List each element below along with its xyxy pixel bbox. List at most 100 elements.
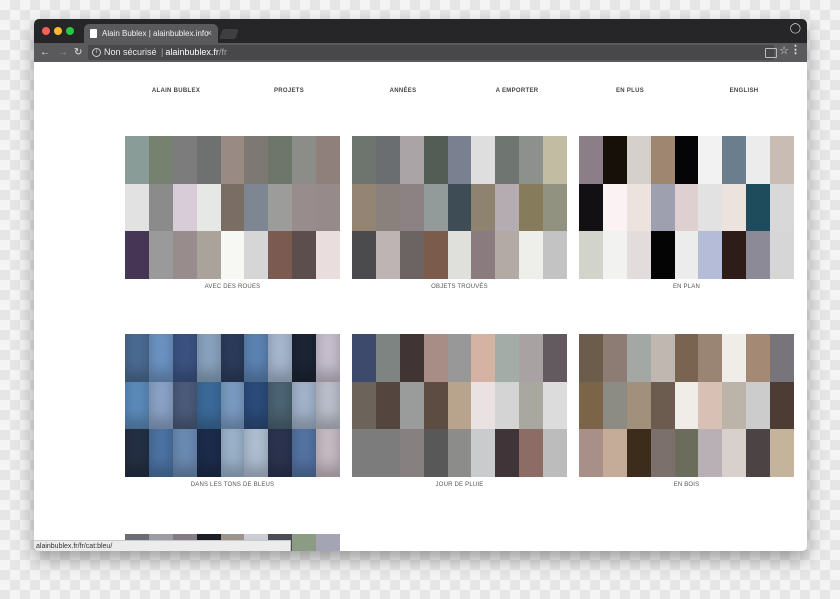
swatch-cell[interactable]: [292, 231, 317, 279]
swatch-cell[interactable]: [268, 381, 293, 430]
swatch-cell[interactable]: [244, 136, 269, 184]
swatch-cell[interactable]: [579, 136, 603, 184]
menu-icon[interactable]: ⋮: [790, 43, 801, 56]
swatch-cell[interactable]: [125, 231, 149, 279]
info-icon[interactable]: i: [92, 48, 101, 57]
swatch-cell[interactable]: [316, 429, 340, 477]
tab-alain-bublex[interactable]: Alain Bublex | alainbublex.info ×: [84, 24, 218, 43]
close-window-button[interactable]: [42, 27, 50, 35]
swatch-cell[interactable]: [423, 183, 448, 232]
swatch-cell[interactable]: [519, 334, 544, 382]
swatch-cell[interactable]: [519, 429, 544, 477]
swatch-cell[interactable]: [220, 183, 245, 232]
swatch-cell[interactable]: [196, 334, 221, 382]
swatch-cell[interactable]: [602, 429, 627, 477]
swatch-cell[interactable]: [519, 183, 544, 232]
swatch-cell[interactable]: [650, 334, 675, 382]
swatch-cell[interactable]: [770, 136, 794, 184]
swatch-cell[interactable]: [579, 231, 603, 279]
swatch-cell[interactable]: [471, 231, 496, 279]
category-label[interactable]: JOUR DE PLUIE: [352, 482, 567, 488]
swatch-cell[interactable]: [579, 334, 603, 382]
swatch-cell[interactable]: [423, 381, 448, 430]
swatch-cell[interactable]: [244, 183, 269, 232]
swatch-cell[interactable]: [375, 136, 400, 184]
swatch-grid[interactable]: [125, 136, 340, 279]
user-icon[interactable]: ◯: [790, 23, 801, 34]
swatch-cell[interactable]: [495, 381, 520, 430]
swatch-cell[interactable]: [399, 429, 424, 477]
nav-english[interactable]: ENGLISH: [730, 88, 759, 94]
swatch-cell[interactable]: [722, 136, 747, 184]
swatch-cell[interactable]: [292, 136, 317, 184]
swatch-cell[interactable]: [543, 381, 567, 430]
swatch-cell[interactable]: [746, 334, 771, 382]
swatch-cell[interactable]: [423, 429, 448, 477]
category-label[interactable]: EN PLAN: [579, 284, 794, 290]
swatch-cell[interactable]: [471, 136, 496, 184]
swatch-cell[interactable]: [352, 136, 376, 184]
swatch-cell[interactable]: [375, 231, 400, 279]
swatch-cell[interactable]: [125, 136, 149, 184]
swatch-cell[interactable]: [698, 429, 723, 477]
swatch-cell[interactable]: [375, 334, 400, 382]
swatch-cell[interactable]: [722, 231, 747, 279]
swatch-cell[interactable]: [447, 429, 472, 477]
nav-en-plus[interactable]: EN PLUS: [616, 88, 644, 94]
swatch-cell[interactable]: [602, 183, 627, 232]
swatch-cell[interactable]: [543, 136, 567, 184]
swatch-cell[interactable]: [399, 334, 424, 382]
swatch-cell[interactable]: [602, 334, 627, 382]
swatch-cell[interactable]: [399, 381, 424, 430]
swatch-cell[interactable]: [519, 381, 544, 430]
swatch-cell[interactable]: [770, 183, 794, 232]
close-icon[interactable]: ×: [207, 24, 212, 43]
swatch-cell[interactable]: [626, 136, 651, 184]
swatch-cell[interactable]: [471, 381, 496, 430]
back-icon[interactable]: ←: [40, 43, 50, 62]
swatch-cell[interactable]: [244, 429, 269, 477]
swatch-cell[interactable]: [626, 231, 651, 279]
swatch-cell[interactable]: [770, 381, 794, 430]
swatch-cell[interactable]: [495, 334, 520, 382]
cast-icon[interactable]: [765, 48, 777, 58]
swatch-cell[interactable]: [268, 334, 293, 382]
swatch-cell[interactable]: [172, 231, 197, 279]
reload-icon[interactable]: ↻: [74, 43, 82, 62]
swatch-cell[interactable]: [746, 183, 771, 232]
swatch-cell[interactable]: [674, 183, 699, 232]
swatch-cell[interactable]: [626, 429, 651, 477]
swatch-cell[interactable]: [698, 136, 723, 184]
swatch-cell[interactable]: [650, 183, 675, 232]
swatch-cell[interactable]: [399, 136, 424, 184]
nav-a-emporter[interactable]: A EMPORTER: [496, 88, 539, 94]
swatch-cell[interactable]: [495, 429, 520, 477]
swatch-cell[interactable]: [148, 334, 173, 382]
swatch-cell[interactable]: [519, 231, 544, 279]
swatch-grid[interactable]: [579, 136, 794, 279]
swatch-cell[interactable]: [375, 381, 400, 430]
swatch-cell[interactable]: [447, 136, 472, 184]
category-avec-des-roues[interactable]: AVEC DES ROUES: [125, 136, 340, 290]
swatch-cell[interactable]: [292, 534, 317, 551]
swatch-cell[interactable]: [770, 231, 794, 279]
swatch-cell[interactable]: [172, 334, 197, 382]
swatch-cell[interactable]: [447, 381, 472, 430]
swatch-cell[interactable]: [316, 334, 340, 382]
category-en-bois[interactable]: EN BOIS: [579, 334, 794, 488]
swatch-cell[interactable]: [292, 183, 317, 232]
swatch-cell[interactable]: [722, 334, 747, 382]
swatch-cell[interactable]: [579, 429, 603, 477]
swatch-cell[interactable]: [746, 429, 771, 477]
nav-annees[interactable]: ANNÉES: [390, 88, 417, 94]
swatch-cell[interactable]: [125, 183, 149, 232]
swatch-cell[interactable]: [447, 334, 472, 382]
photo-grid[interactable]: [125, 334, 340, 477]
swatch-cell[interactable]: [244, 231, 269, 279]
swatch-cell[interactable]: [220, 231, 245, 279]
swatch-grid[interactable]: [579, 334, 794, 477]
swatch-cell[interactable]: [196, 429, 221, 477]
category-en-plan[interactable]: EN PLAN: [579, 136, 794, 290]
swatch-cell[interactable]: [746, 381, 771, 430]
swatch-cell[interactable]: [471, 334, 496, 382]
